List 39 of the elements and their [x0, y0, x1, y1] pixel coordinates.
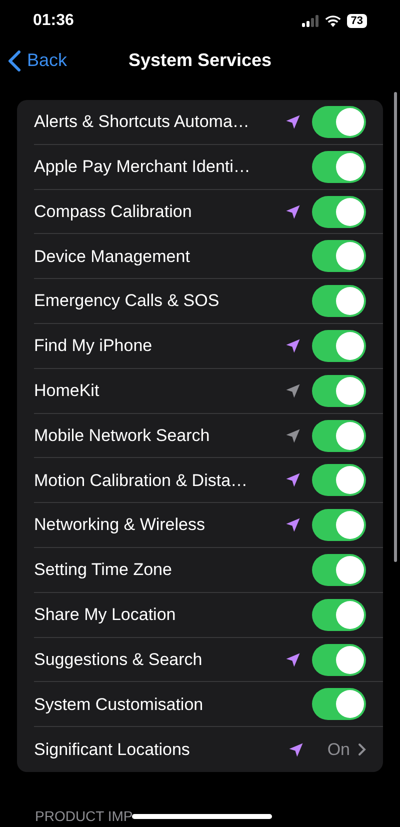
page-title: System Services: [128, 49, 272, 72]
back-chevron-icon: [8, 50, 21, 72]
row-label: Share My Location: [34, 604, 177, 626]
row-label: HomeKit: [34, 380, 100, 402]
disclosure-link[interactable]: On: [327, 736, 366, 762]
toggle-switch[interactable]: [312, 554, 366, 586]
chevron-icon: [358, 743, 366, 756]
row-label: Alerts & Shortcuts Automa…: [34, 111, 250, 134]
row-label: Motion Calibration & Dista…: [34, 470, 249, 492]
wifi-icon: [324, 15, 341, 28]
toggle-switch[interactable]: [312, 240, 366, 272]
row-label: Apple Pay Merchant Identi…: [34, 156, 252, 178]
toggle-switch[interactable]: [312, 106, 366, 138]
toggle-switch[interactable]: [312, 688, 366, 720]
row-label: Significant Locations: [34, 738, 191, 761]
row-label: Device Management: [34, 246, 191, 268]
toggle-switch[interactable]: [312, 285, 366, 318]
row-label: Compass Calibration: [34, 200, 193, 223]
row-label: System Customisation: [34, 694, 204, 716]
toggle-switch[interactable]: [312, 644, 366, 676]
row-label: Networking & Wireless: [34, 514, 206, 536]
row-label: Mobile Network Search: [34, 424, 211, 447]
signal-icon: [302, 15, 319, 28]
status-time: 01:36: [33, 11, 74, 32]
toggle-switch[interactable]: [312, 150, 366, 183]
battery-indicator: 73: [346, 14, 367, 28]
toggle-switch[interactable]: [312, 464, 366, 496]
row-label: Suggestions & Search: [34, 648, 204, 671]
section-header: PRODUCT IMP: [35, 807, 133, 826]
toggle-switch[interactable]: [312, 374, 366, 407]
row-label: Find My iPhone: [34, 335, 154, 358]
back-button[interactable]: Back: [8, 47, 68, 74]
toggle-switch[interactable]: [312, 509, 366, 542]
row-label: Emergency Calls & SOS: [34, 290, 220, 312]
toggle-switch[interactable]: [312, 420, 366, 452]
row-label: Setting Time Zone: [34, 559, 173, 582]
toggle-switch[interactable]: [312, 598, 366, 631]
toggle-switch[interactable]: [312, 196, 366, 228]
toggle-switch[interactable]: [312, 330, 366, 362]
